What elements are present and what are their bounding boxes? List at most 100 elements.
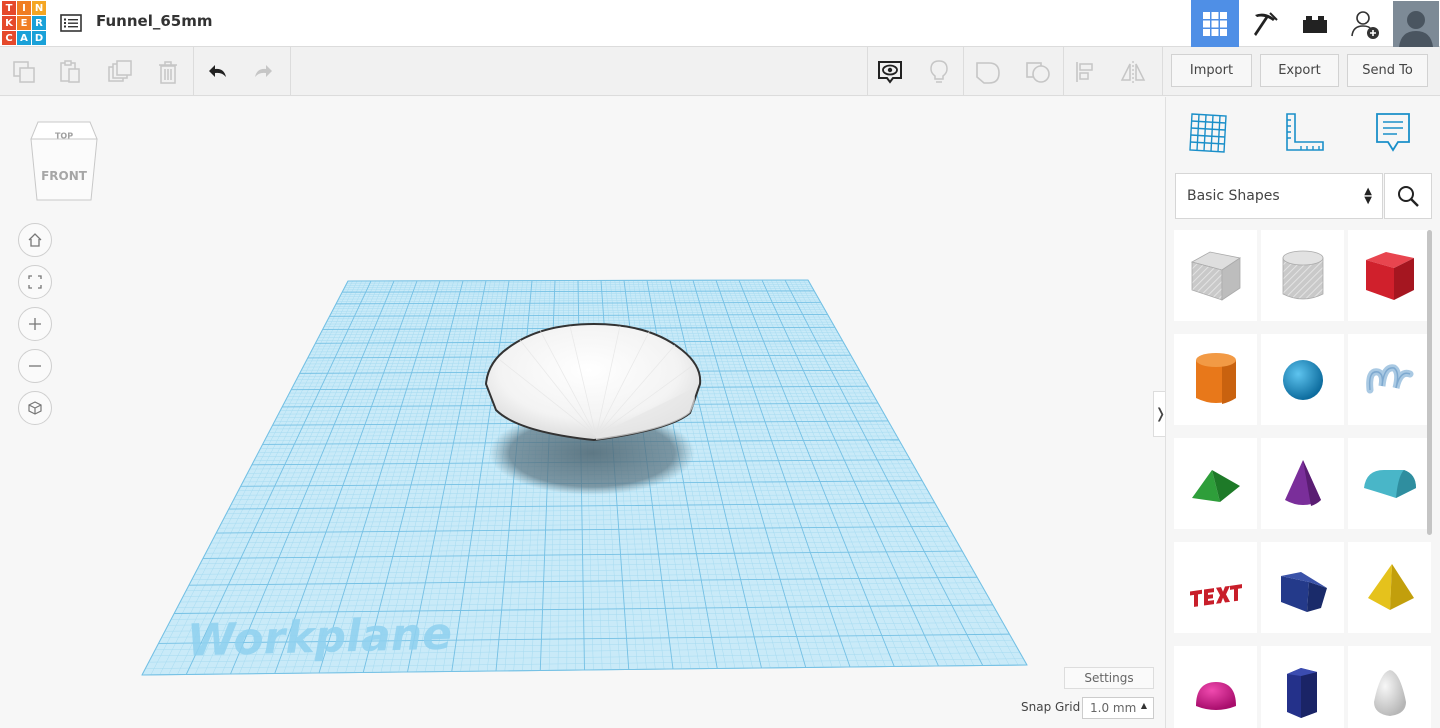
shape-tile-roof[interactable] [1174, 438, 1257, 529]
toolbar-divider [290, 47, 291, 95]
list-menu-icon [60, 14, 82, 32]
zoom-out-button[interactable] [18, 349, 52, 383]
mirror-button[interactable] [1116, 55, 1150, 89]
logo-letter: I [17, 1, 31, 15]
group-button[interactable] [971, 55, 1005, 89]
funnel-object[interactable] [484, 322, 702, 442]
copy-button[interactable] [7, 55, 41, 89]
view-cube[interactable]: TOP FRONT [30, 121, 98, 201]
shape-tile-box[interactable] [1348, 230, 1431, 321]
delete-button[interactable] [151, 55, 185, 89]
shape-tile-half-sphere[interactable] [1174, 646, 1257, 728]
logo-letter: K [2, 16, 16, 30]
shape-tile-scribble[interactable] [1348, 334, 1431, 425]
tinkercad-logo[interactable]: TIN KER CAD [2, 1, 46, 45]
import-button[interactable]: Import [1171, 54, 1252, 87]
shape-tile-pyramid[interactable] [1348, 542, 1431, 633]
edit-toolbar: Import Export Send To [0, 47, 1440, 96]
cylinder-icon [1195, 352, 1236, 404]
ruler-tool-button[interactable] [1278, 107, 1328, 157]
shape-tile-round-roof[interactable] [1348, 438, 1431, 529]
scribble-icon [1365, 363, 1413, 393]
pickaxe-icon [1254, 11, 1278, 36]
logo-letter: C [2, 31, 16, 45]
zoom-out-icon [29, 365, 41, 367]
wedge-icon [1280, 571, 1327, 612]
perspective-icon [28, 401, 42, 415]
paste-icon [60, 60, 80, 83]
shape-search-button[interactable] [1384, 173, 1432, 219]
polygon-icon [1286, 667, 1317, 718]
toolbar-divider [867, 47, 868, 95]
add-user-icon [1351, 10, 1379, 39]
design-menu-button[interactable] [58, 10, 84, 36]
paraboloid-icon [1373, 669, 1406, 716]
align-button[interactable] [1069, 55, 1103, 89]
ungroup-icon [1026, 62, 1050, 83]
invite-user-button[interactable] [1341, 0, 1389, 47]
send-to-button[interactable]: Send To [1347, 54, 1428, 87]
shape-tile-sphere[interactable] [1261, 334, 1344, 425]
paste-button[interactable] [53, 55, 87, 89]
bricks-view-button[interactable] [1291, 0, 1339, 47]
shape-tile-wedge[interactable] [1261, 542, 1344, 633]
show-notes-button[interactable] [873, 55, 907, 89]
notes-icon [1376, 113, 1410, 152]
shape-tile-cone[interactable] [1261, 438, 1344, 529]
shape-tile-box-hole[interactable] [1174, 230, 1257, 321]
design-title[interactable]: Funnel_65mm [96, 12, 212, 30]
logo-letter: A [17, 31, 31, 45]
ruler-icon [1286, 113, 1324, 151]
home-view-button[interactable] [18, 223, 52, 257]
notes-tool-button[interactable] [1368, 107, 1418, 157]
shape-tile-polygon[interactable] [1261, 646, 1344, 728]
snap-grid-label: Snap Grid [1021, 700, 1081, 714]
workplane-tool-button[interactable] [1183, 107, 1233, 157]
zoom-in-button[interactable] [18, 307, 52, 341]
trash-icon [159, 61, 177, 84]
redo-button[interactable] [247, 55, 281, 89]
search-icon [1398, 186, 1419, 207]
panel-scrollbar-thumb[interactable] [1427, 230, 1432, 535]
shape-tile-cylinder[interactable] [1174, 334, 1257, 425]
show-notes-icon [878, 61, 902, 84]
minecraft-view-button[interactable] [1241, 0, 1289, 47]
shape-tile-text[interactable] [1174, 542, 1257, 633]
toolbar-divider [1063, 47, 1064, 95]
home-icon [28, 233, 42, 247]
select-arrows-icon: ▲ ▼ [1364, 186, 1372, 206]
roof-icon [1191, 469, 1240, 502]
profile-avatar-button[interactable] [1391, 0, 1440, 47]
shapes-panel: Basic Shapes ▲ ▼ [1165, 97, 1440, 728]
sphere-icon [1282, 359, 1323, 400]
duplicate-button[interactable] [103, 55, 137, 89]
logo-letter: D [32, 31, 46, 45]
snap-grid-value: 1.0 mm [1090, 701, 1137, 715]
snap-grid-select[interactable]: 1.0 mm ▲ [1082, 697, 1154, 719]
redo-icon [255, 65, 272, 77]
shape-tile-cylinder-hole[interactable] [1261, 230, 1344, 321]
undo-button[interactable] [200, 55, 234, 89]
perspective-button[interactable] [18, 391, 52, 425]
half-sphere-icon [1195, 681, 1236, 710]
settings-button[interactable]: Settings [1064, 667, 1154, 689]
cylinder-hole-icon [1282, 250, 1323, 299]
light-button[interactable] [922, 55, 956, 89]
align-icon [1076, 62, 1093, 82]
avatar-icon [1392, 0, 1439, 47]
pyramid-icon [1367, 563, 1414, 610]
3d-viewport[interactable]: TOP FRONT Workplane Settings Snap Grid 1… [0, 97, 1165, 728]
3d-design-view-button[interactable] [1191, 0, 1239, 47]
panel-collapse-tab[interactable]: ❭ [1153, 391, 1165, 437]
shape-tile-paraboloid[interactable] [1348, 646, 1431, 728]
export-button[interactable]: Export [1260, 54, 1339, 87]
scene-canvas[interactable]: TOP FRONT Workplane [0, 97, 1165, 728]
duplicate-icon [108, 60, 132, 82]
lightbulb-icon [930, 60, 948, 83]
fit-view-button[interactable] [18, 265, 52, 299]
ungroup-button[interactable] [1021, 55, 1055, 89]
shape-category-select[interactable]: Basic Shapes ▲ ▼ [1175, 173, 1383, 219]
zoom-in-icon [29, 318, 41, 330]
caret-up-icon: ▲ [1140, 701, 1147, 710]
group-icon [976, 62, 1000, 84]
